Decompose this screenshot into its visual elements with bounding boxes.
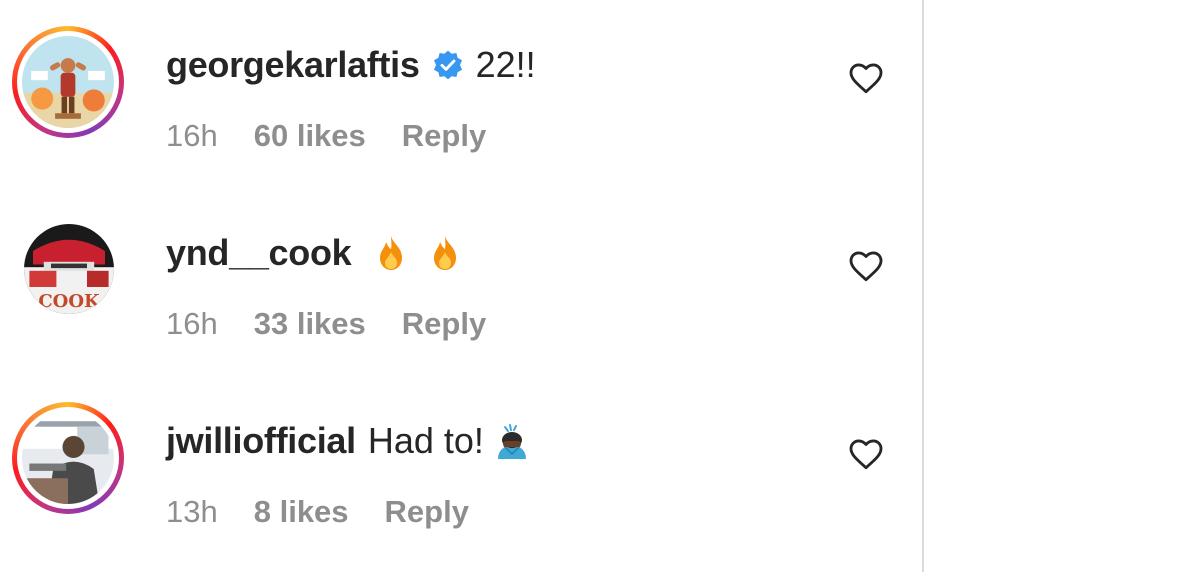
avatar-image: COOK xyxy=(24,224,114,314)
comment-list: georgekarlaftis 22!! 16h 60 likes Reply xyxy=(0,0,922,572)
heart-outline-icon[interactable] xyxy=(848,249,884,285)
verified-badge-icon xyxy=(432,49,464,81)
comment-item: jwilliofficial Had to! 13h 8 likes Reply xyxy=(0,376,922,564)
timestamp: 13h xyxy=(166,494,218,529)
comment-header: jwilliofficial Had to! xyxy=(166,416,532,466)
username[interactable]: ynd__cook xyxy=(166,232,352,274)
panel-divider xyxy=(922,0,924,572)
comment-header: ynd__cook xyxy=(166,228,465,278)
fire-emoji xyxy=(371,233,411,273)
avatar[interactable]: COOK xyxy=(24,224,114,314)
avatar[interactable] xyxy=(12,26,124,138)
comment-text: Had to! xyxy=(367,420,484,461)
comment-item: georgekarlaftis 22!! 16h 60 likes Reply xyxy=(0,0,922,188)
likes-count[interactable]: 60 likes xyxy=(254,118,366,154)
comment-meta: 16h 33 likes Reply xyxy=(166,304,486,344)
reply-button[interactable]: Reply xyxy=(385,494,469,530)
comments-page: georgekarlaftis 22!! 16h 60 likes Reply xyxy=(0,0,1200,572)
heart-outline-icon[interactable] xyxy=(848,437,884,473)
likes-count[interactable]: 8 likes xyxy=(254,494,349,530)
username[interactable]: jwilliofficial xyxy=(166,420,356,462)
fire-emoji xyxy=(425,233,465,273)
username[interactable]: georgekarlaftis xyxy=(166,44,420,86)
comment-meta: 13h 8 likes Reply xyxy=(166,492,469,532)
person-bowing-emoji xyxy=(492,421,532,461)
likes-count[interactable]: 33 likes xyxy=(254,306,366,342)
comment-header: georgekarlaftis 22!! xyxy=(166,40,536,90)
timestamp: 16h xyxy=(166,306,218,341)
reply-button[interactable]: Reply xyxy=(402,306,486,342)
comment-meta: 16h 60 likes Reply xyxy=(166,116,486,156)
comment-item: COOK ynd__cook 16h 33 likes Reply xyxy=(0,188,922,376)
avatar-image xyxy=(22,412,114,504)
heart-outline-icon[interactable] xyxy=(848,61,884,97)
avatar[interactable] xyxy=(12,402,124,514)
comment-text: 22!! xyxy=(475,44,536,85)
reply-button[interactable]: Reply xyxy=(402,118,486,154)
avatar-image xyxy=(22,36,114,128)
timestamp: 16h xyxy=(166,118,218,153)
avatar-jersey-text: COOK xyxy=(38,291,101,312)
